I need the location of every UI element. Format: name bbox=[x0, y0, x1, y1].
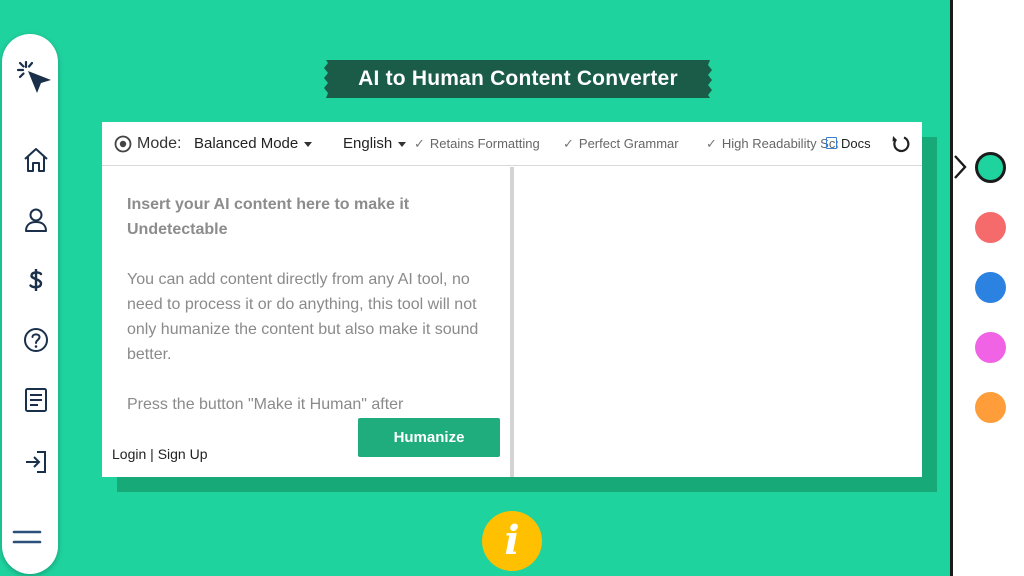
theme-swatch-green[interactable] bbox=[975, 152, 1006, 183]
mode-label: Mode: bbox=[137, 135, 182, 152]
mode-dropdown[interactable]: Balanced Mode bbox=[194, 122, 313, 166]
feature-label: Retains Formatting bbox=[429, 136, 540, 151]
feature-label: High Readability Score bbox=[721, 136, 838, 151]
input-heading: Insert your AI content here to make it U… bbox=[127, 196, 410, 238]
theme-panel bbox=[950, 0, 1024, 576]
toolbar: Mode: Balanced Mode English ✓ Retains For… bbox=[102, 122, 922, 166]
sidebar bbox=[2, 34, 58, 574]
feature-label: Perfect Grammar bbox=[578, 136, 679, 151]
home-icon[interactable] bbox=[22, 146, 50, 174]
input-pane[interactable]: Insert your AI content here to make it U… bbox=[102, 167, 511, 477]
document-icon[interactable] bbox=[22, 386, 50, 414]
theme-swatch-blue[interactable] bbox=[975, 272, 1006, 303]
check-icon: ✓ bbox=[706, 136, 717, 151]
check-icon: ✓ bbox=[563, 136, 574, 151]
humanize-button[interactable]: Humanize bbox=[358, 418, 500, 457]
input-paragraph: Press the button "Make it Human" after bbox=[127, 396, 404, 412]
menu-icon[interactable] bbox=[12, 526, 44, 550]
docs-icon bbox=[826, 137, 837, 149]
theme-swatch-red[interactable] bbox=[975, 212, 1006, 243]
converter-card: Mode: Balanced Mode English ✓ Retains For… bbox=[102, 122, 922, 477]
feature-high-readability: ✓ High Readability Score bbox=[706, 122, 838, 166]
input-paragraph: You can add content directly from any AI… bbox=[127, 271, 479, 363]
language-value: English bbox=[343, 135, 393, 152]
caret-down-icon bbox=[304, 141, 313, 147]
caret-down-icon bbox=[398, 141, 407, 147]
theme-swatch-pink[interactable] bbox=[975, 332, 1006, 363]
page-title: AI to Human Content Converter bbox=[358, 67, 678, 90]
check-icon: ✓ bbox=[414, 136, 425, 151]
auth-links: Login | Sign Up bbox=[112, 446, 208, 462]
input-textarea[interactable]: Insert your AI content here to make it U… bbox=[127, 192, 487, 412]
help-icon[interactable] bbox=[22, 326, 50, 354]
feature-perfect-grammar: ✓ Perfect Grammar bbox=[563, 122, 679, 166]
user-icon[interactable] bbox=[22, 206, 50, 234]
mode-dropdown-value: Balanced Mode bbox=[194, 135, 299, 152]
refresh-icon[interactable] bbox=[890, 133, 912, 155]
theme-swatch-orange[interactable] bbox=[975, 392, 1006, 423]
auth-separator: | bbox=[150, 446, 154, 462]
dollar-icon[interactable] bbox=[22, 266, 50, 294]
info-icon: i bbox=[504, 517, 520, 564]
docs-button[interactable]: Docs bbox=[826, 122, 871, 166]
output-pane[interactable] bbox=[514, 167, 922, 477]
chevron-right-icon[interactable] bbox=[953, 154, 967, 180]
feature-retains-formatting: ✓ Retains Formatting bbox=[414, 122, 540, 166]
radio-target-icon bbox=[114, 135, 132, 153]
cursor-click-icon[interactable] bbox=[16, 58, 56, 98]
title-banner: AI to Human Content Converter bbox=[324, 60, 712, 98]
signup-link[interactable]: Sign Up bbox=[158, 446, 208, 462]
language-dropdown[interactable]: English bbox=[343, 122, 407, 166]
login-icon[interactable] bbox=[22, 448, 50, 476]
info-button[interactable]: i bbox=[482, 511, 542, 571]
login-link[interactable]: Login bbox=[112, 446, 146, 462]
docs-label: Docs bbox=[841, 136, 871, 151]
